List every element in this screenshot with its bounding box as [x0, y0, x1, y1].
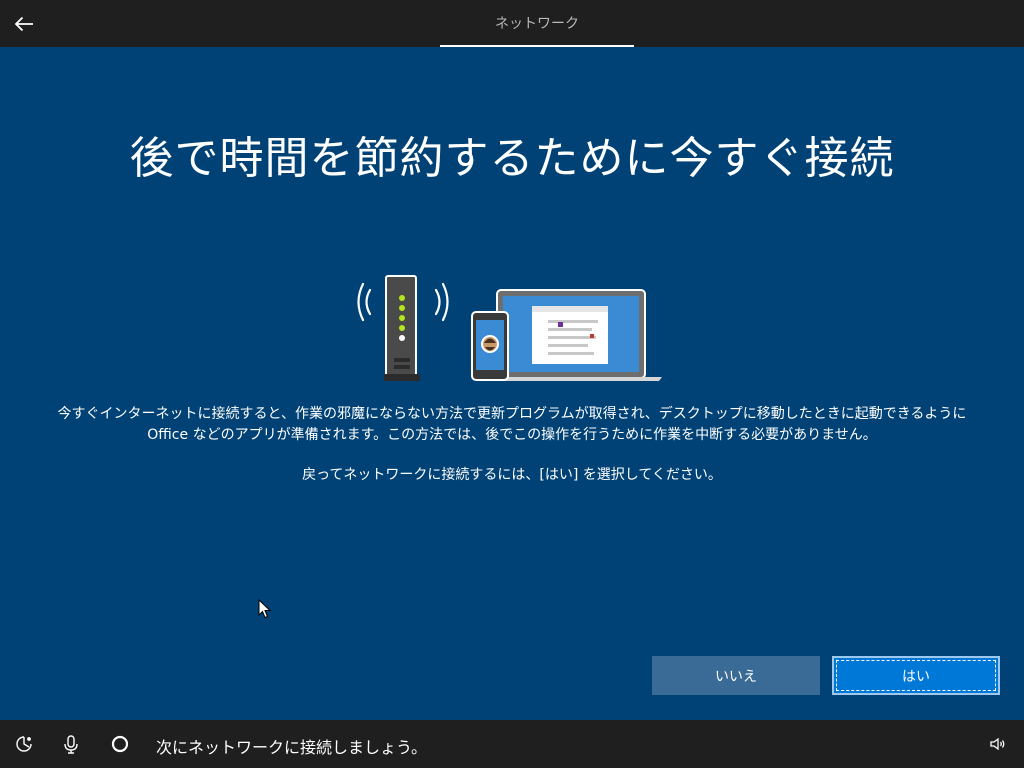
microphone-icon[interactable] — [59, 732, 83, 756]
oobe-screen: ネットワーク 後で時間を節約するために今すぐ接続 今すぐインターネットに接続する… — [0, 0, 1024, 768]
yes-button[interactable]: はい — [832, 656, 1000, 695]
laptop-icon — [488, 289, 662, 381]
router-icon — [384, 275, 420, 381]
bottom-bar: 次にネットワークに接続しましょう。 — [0, 720, 1024, 768]
mouse-cursor-icon — [258, 598, 272, 623]
wifi-waves-left — [357, 282, 372, 322]
description-text: 今すぐインターネットに接続すると、作業の邪魔にならない方法で更新プログラムが取得… — [57, 406, 967, 443]
router-phone-laptop-illustration — [356, 270, 668, 386]
narrator-text: 次にネットワークに接続しましょう。 — [156, 738, 428, 757]
page-title: 後で時間を節約するために今すぐ接続 — [129, 133, 895, 184]
accessibility-icon[interactable] — [12, 732, 36, 756]
volume-icon[interactable] — [986, 732, 1010, 756]
no-button[interactable]: いいえ — [652, 656, 820, 695]
back-button[interactable] — [8, 8, 40, 40]
instruction-text: 戻ってネットワークに接続するには、[はい] を選択してください。 — [302, 467, 722, 483]
tab-network: ネットワーク — [495, 15, 579, 32]
top-bar: ネットワーク — [0, 0, 1024, 47]
phone-icon — [471, 311, 509, 381]
wifi-waves-right — [434, 282, 449, 322]
tab-underline — [440, 45, 634, 47]
back-arrow-icon — [14, 16, 33, 32]
cortana-icon[interactable] — [108, 732, 132, 756]
